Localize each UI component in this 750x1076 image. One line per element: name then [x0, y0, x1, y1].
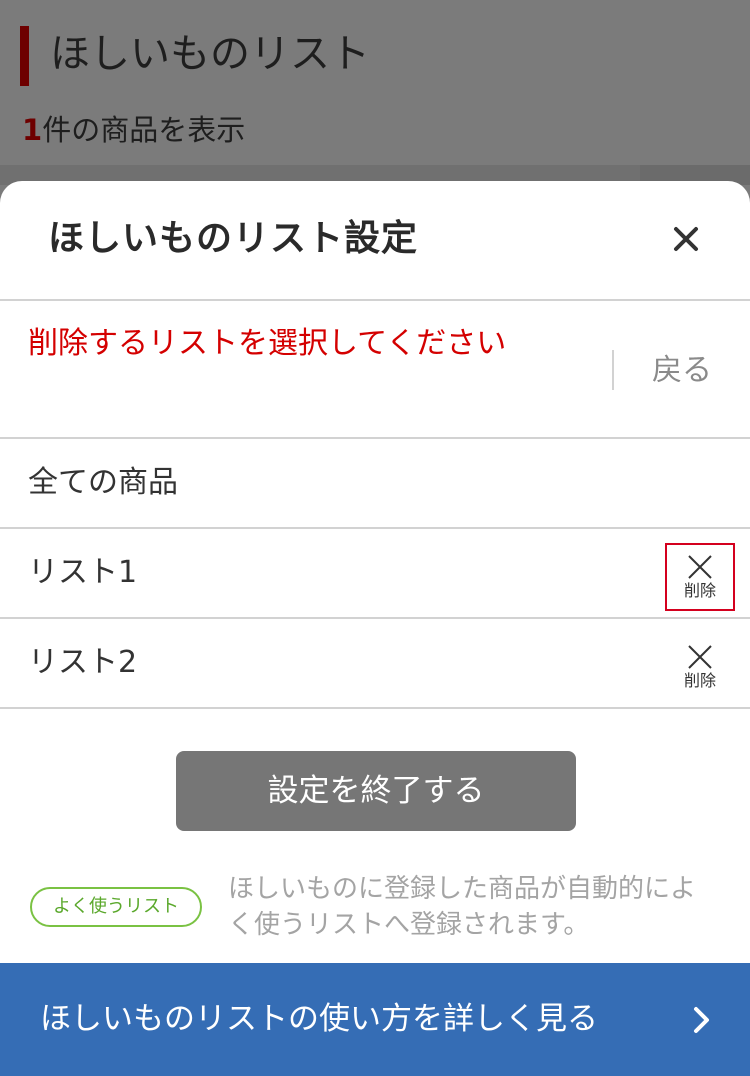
- delete-label: 削除: [683, 670, 716, 690]
- list-item-label: 全ての商品: [28, 465, 178, 500]
- list-item-all: 全ての商品: [0, 439, 750, 529]
- close-button[interactable]: [660, 213, 712, 265]
- list-item-list1: リスト1 削除: [0, 529, 750, 619]
- delete-label: 削除: [683, 580, 716, 600]
- delete-x-icon: [688, 554, 712, 579]
- title-accent-bar: [20, 26, 29, 86]
- delete-list1-button[interactable]: 削除: [665, 543, 735, 611]
- frequently-used-note: よく使うリスト ほしいものに登録した商品が自動的によく使うリストへ登録されます。: [30, 871, 730, 951]
- close-icon: [674, 227, 698, 251]
- list-item-label: リスト2: [28, 645, 138, 680]
- list-item-list2: リスト2 削除: [0, 619, 750, 709]
- delete-list2-button[interactable]: 削除: [665, 633, 735, 701]
- vertical-divider: [612, 350, 614, 390]
- item-count: 1件の商品を表示: [22, 110, 245, 150]
- wishlist-settings-sheet: ほしいものリスト設定 削除するリストを選択してください 戻る 全ての商品 リスト…: [0, 181, 750, 1076]
- list-item-label: リスト1: [28, 555, 138, 590]
- delete-x-icon: [688, 644, 712, 669]
- page: ほしいものリスト 1件の商品を表示 ほしいものリスト設定 削除するリストを選択し…: [0, 0, 750, 1076]
- page-title: ほしいものリスト: [50, 31, 370, 77]
- how-to-use-label: ほしいものリストの使い方を詳しく見る: [40, 1001, 598, 1037]
- delete-instruction: 削除するリストを選択してください: [28, 326, 507, 361]
- finish-settings-button[interactable]: 設定を終了する: [176, 751, 576, 831]
- sheet-title: ほしいものリスト設定: [48, 218, 419, 259]
- back-button[interactable]: 戻る: [640, 347, 724, 395]
- item-count-number: 1: [22, 113, 43, 147]
- note-text: ほしいものに登録した商品が自動的によく使うリストへ登録されます。: [228, 874, 697, 940]
- how-to-use-link[interactable]: ほしいものリストの使い方を詳しく見る: [0, 963, 750, 1076]
- item-count-suffix: 件の商品を表示: [42, 113, 246, 147]
- frequently-used-badge: よく使うリスト: [30, 887, 202, 927]
- sheet-header: ほしいものリスト設定: [0, 181, 750, 301]
- chevron-right-icon: [694, 1007, 709, 1033]
- instruction-row: 削除するリストを選択してください 戻る: [0, 301, 750, 439]
